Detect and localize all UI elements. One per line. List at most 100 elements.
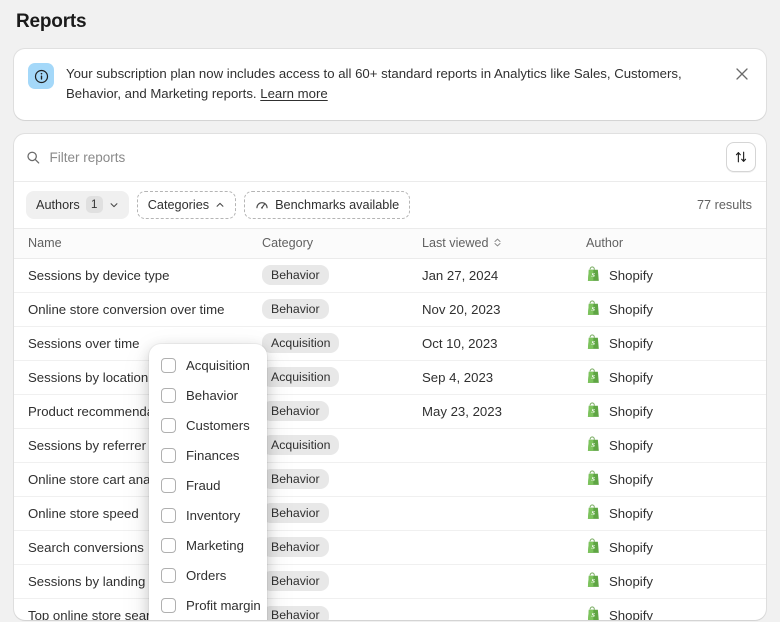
cell-author: SShopify — [586, 462, 766, 496]
search-input[interactable] — [50, 150, 727, 165]
sort-chevrons-icon — [493, 237, 502, 248]
cell-report-name[interactable]: Online store conversion over time — [14, 292, 262, 326]
filter-chip-categories[interactable]: Categories — [137, 191, 236, 219]
sort-button[interactable] — [726, 142, 756, 172]
cell-last-viewed: May 23, 2023 — [422, 394, 586, 428]
cell-author: SShopify — [586, 564, 766, 598]
svg-text:S: S — [591, 408, 595, 415]
category-option[interactable]: Behavior — [149, 381, 267, 411]
category-option-label: Finances — [186, 448, 240, 463]
author-name: Shopify — [609, 540, 653, 555]
author-name: Shopify — [609, 370, 653, 385]
table-row[interactable]: Sessions by device typeBehaviorJan 27, 2… — [14, 258, 766, 292]
cell-author: S Shopify — [586, 360, 766, 394]
author-wrapper: S Shopify — [586, 504, 766, 523]
cell-last-viewed: Sep 4, 2023 — [422, 360, 586, 394]
checkbox-icon[interactable] — [161, 388, 176, 403]
table-row[interactable]: Sessions by locationAcquisitionSep 4, 20… — [14, 360, 766, 394]
cell-category: Behavior — [262, 258, 422, 292]
category-option[interactable]: Marketing — [149, 531, 267, 561]
category-option[interactable]: Orders — [149, 561, 267, 591]
category-option[interactable]: Fraud — [149, 471, 267, 501]
author-wrapper: SShopify — [586, 436, 766, 455]
table-row[interactable]: Online store cart analysisBehaviorSShopi… — [14, 462, 766, 496]
cell-category: Acquisition — [262, 428, 422, 462]
author-name: Shopify — [609, 268, 653, 283]
checkbox-icon[interactable] — [161, 448, 176, 463]
category-option[interactable]: Finances — [149, 441, 267, 471]
cell-author: SShopify — [586, 394, 766, 428]
svg-text:S: S — [591, 544, 595, 551]
table-body: Sessions by device typeBehaviorJan 27, 2… — [14, 258, 766, 620]
categories-option-list: Acquisition Behavior Customers Finances Frau… — [149, 351, 267, 620]
table-row[interactable]: Online store conversion over timeBehavio… — [14, 292, 766, 326]
banner-message: Your subscription plan now includes acce… — [66, 62, 682, 105]
search-row — [14, 134, 766, 182]
cell-last-viewed — [422, 564, 586, 598]
reports-page: Reports Your subscription plan now inclu… — [0, 0, 780, 622]
author-name: Shopify — [609, 506, 653, 521]
category-option[interactable]: Profit margin — [149, 591, 267, 620]
filter-chip-benchmarks[interactable]: Benchmarks available — [244, 191, 410, 219]
cell-last-viewed — [422, 598, 586, 620]
checkbox-icon[interactable] — [161, 418, 176, 433]
filter-row: Authors 1 Categories Benchmarks avail — [14, 182, 766, 228]
cell-last-viewed: Oct 10, 2023 — [422, 326, 586, 360]
category-option[interactable]: Inventory — [149, 501, 267, 531]
table-row[interactable]: Sessions by referrerAcquisitionSShopify — [14, 428, 766, 462]
checkbox-icon[interactable] — [161, 358, 176, 373]
table-row[interactable]: Product recommendation conversions over … — [14, 394, 766, 428]
category-option-label: Customers — [186, 418, 250, 433]
cell-author: S Shopify — [586, 292, 766, 326]
author-name: Shopify — [609, 608, 653, 620]
benchmarks-chip-label: Benchmarks available — [275, 198, 399, 212]
categories-chip-label: Categories — [148, 198, 209, 212]
banner-close-button[interactable] — [730, 62, 754, 86]
category-badge: Behavior — [262, 503, 329, 523]
search-icon — [26, 150, 41, 165]
checkbox-icon[interactable] — [161, 568, 176, 583]
cell-category: Behavior — [262, 462, 422, 496]
author-name: Shopify — [609, 302, 653, 317]
gauge-icon — [255, 198, 269, 212]
search-field-wrapper — [26, 150, 726, 165]
checkbox-icon[interactable] — [161, 478, 176, 493]
chevron-down-icon — [109, 200, 119, 210]
category-option[interactable]: Customers — [149, 411, 267, 441]
shopify-bag-icon: S — [586, 538, 601, 557]
author-wrapper: SShopify — [586, 266, 766, 285]
author-wrapper: SShopify — [586, 606, 766, 620]
cell-category: Acquisition — [262, 326, 422, 360]
shopify-bag-icon: S — [586, 368, 601, 387]
cell-report-name[interactable]: Sessions by device type — [14, 258, 262, 292]
svg-text:S: S — [591, 374, 595, 381]
page-title: Reports — [14, 0, 766, 33]
table-row[interactable]: Sessions by landing pageBehaviorSShopify — [14, 564, 766, 598]
table-row[interactable]: Online store speedBehaviorSShopify — [14, 496, 766, 530]
checkbox-icon[interactable] — [161, 598, 176, 613]
column-header-last-viewed[interactable]: Last viewed — [422, 228, 586, 258]
last-viewed-sort-control[interactable]: Last viewed — [422, 236, 502, 250]
shopify-bag-icon: S — [586, 504, 601, 523]
authors-chip-count: 1 — [86, 196, 103, 213]
column-header-category: Category — [262, 228, 422, 258]
banner-line-2: Behavior, and Marketing reports. — [66, 86, 257, 101]
cell-author: SShopify — [586, 326, 766, 360]
checkbox-icon[interactable] — [161, 508, 176, 523]
category-option-label: Acquisition — [186, 358, 250, 373]
category-badge: Behavior — [262, 537, 329, 557]
table-row[interactable]: Sessions over timeAcquisitionOct 10, 202… — [14, 326, 766, 360]
shopify-bag-icon: S — [586, 300, 601, 319]
sort-arrows-icon — [734, 150, 748, 164]
category-badge: Acquisition — [262, 367, 339, 387]
learn-more-link[interactable]: Learn more — [260, 86, 327, 101]
cell-last-viewed — [422, 496, 586, 530]
table-row[interactable]: Top online store searchesBehaviorSShopif… — [14, 598, 766, 620]
table-row[interactable]: Search conversionsBehaviorSShopify — [14, 530, 766, 564]
svg-text:S: S — [591, 578, 595, 585]
filter-chip-authors[interactable]: Authors 1 — [26, 191, 129, 219]
cell-last-viewed — [422, 462, 586, 496]
cell-category: Behavior — [262, 598, 422, 620]
checkbox-icon[interactable] — [161, 538, 176, 553]
category-option[interactable]: Acquisition — [149, 351, 267, 381]
